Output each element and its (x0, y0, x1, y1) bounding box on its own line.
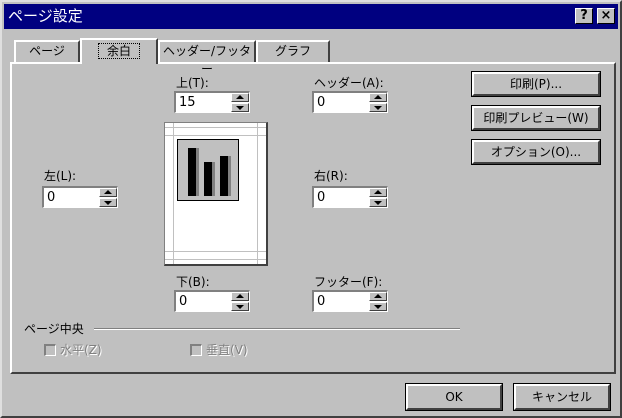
spin-down-icon[interactable] (369, 302, 387, 311)
bottom-margin-spinner[interactable]: 0 (174, 290, 250, 312)
header-margin-label: ヘッダー(A): (314, 76, 384, 90)
cancel-button[interactable]: キャンセル (513, 383, 611, 411)
ok-button[interactable]: OK (405, 383, 503, 411)
header-guide (165, 127, 266, 128)
bottom-margin-value[interactable]: 0 (179, 294, 187, 310)
right-margin-guide (257, 123, 258, 264)
footer-margin-value[interactable]: 0 (317, 294, 325, 310)
chart-thumbnail-icon (177, 139, 239, 201)
left-margin-value[interactable]: 0 (47, 190, 55, 206)
tab-chart[interactable]: グラフ (256, 40, 330, 62)
spin-up-icon[interactable] (369, 188, 387, 197)
top-margin-label: 上(T): (176, 76, 209, 90)
bar (188, 148, 196, 196)
footer-guide (165, 259, 266, 260)
help-button[interactable]: ? (575, 8, 593, 24)
spin-down-icon[interactable] (99, 198, 117, 207)
tab-label: グラフ (274, 44, 311, 58)
bottom-margin-guide (165, 251, 266, 252)
tab-margins[interactable]: 余白 (80, 38, 158, 64)
spin-down-icon[interactable] (231, 302, 249, 311)
top-margin-value[interactable]: 15 (179, 95, 196, 111)
header-margin-value[interactable]: 0 (317, 95, 325, 111)
spin-up-icon[interactable] (369, 292, 387, 301)
title-bar[interactable]: ページ設定 ? × (4, 4, 618, 29)
top-margin-guide (165, 135, 266, 136)
print-button[interactable]: 印刷(P)... (471, 71, 601, 97)
center-vertical-label: 垂直(V) (206, 343, 248, 357)
left-margin-spinner[interactable]: 0 (42, 186, 118, 208)
page-preview (164, 122, 268, 266)
window-title: ページ設定 (8, 7, 83, 25)
bar (220, 156, 228, 196)
center-vertical-checkbox[interactable] (190, 344, 202, 356)
center-horizontal-checkbox[interactable] (44, 344, 56, 356)
spin-down-icon[interactable] (369, 103, 387, 112)
spin-up-icon[interactable] (99, 188, 117, 197)
right-margin-label: 右(R): (314, 169, 348, 183)
print-preview-button[interactable]: 印刷プレビュー(W) (471, 105, 601, 131)
right-margin-spinner[interactable]: 0 (312, 186, 388, 208)
right-margin-value[interactable]: 0 (317, 190, 325, 206)
header-margin-spinner[interactable]: 0 (312, 91, 388, 113)
center-on-page-group-title: ページ中央 (24, 322, 84, 336)
spin-up-icon[interactable] (231, 93, 249, 102)
tab-label: 余白 (97, 43, 140, 59)
spin-down-icon[interactable] (369, 198, 387, 207)
center-horizontal-label: 水平(Z) (60, 343, 102, 357)
top-margin-spinner[interactable]: 15 (174, 91, 250, 113)
close-button[interactable]: × (597, 8, 615, 24)
group-divider (94, 328, 460, 330)
footer-margin-label: フッター(F): (314, 275, 383, 289)
options-button[interactable]: オプション(O)... (471, 139, 601, 165)
left-margin-guide (173, 123, 174, 264)
page-setup-dialog: ページ設定 ? × ページ 余白 ヘッダー/フッター グラフ 上(T): 15 … (0, 0, 622, 418)
left-margin-label: 左(L): (44, 169, 77, 183)
bottom-margin-label: 下(B): (176, 275, 210, 289)
spin-up-icon[interactable] (231, 292, 249, 301)
tab-header-footer[interactable]: ヘッダー/フッター (158, 40, 256, 76)
tab-page[interactable]: ページ (14, 40, 80, 62)
bar (204, 162, 212, 196)
spin-down-icon[interactable] (231, 103, 249, 112)
tab-label: ページ (29, 44, 65, 58)
spin-up-icon[interactable] (369, 93, 387, 102)
footer-margin-spinner[interactable]: 0 (312, 290, 388, 312)
